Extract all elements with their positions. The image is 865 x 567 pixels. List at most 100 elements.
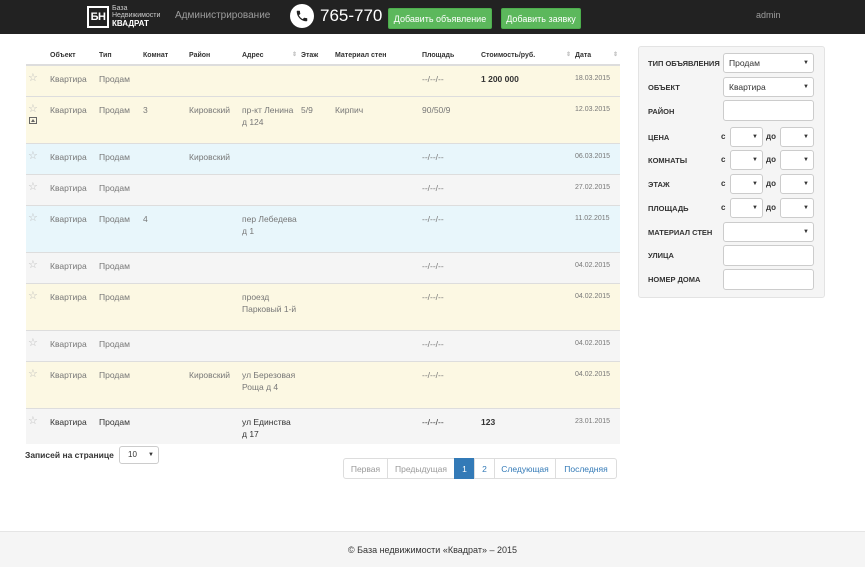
header-floor[interactable]: Этаж <box>299 46 333 66</box>
cell-material <box>333 173 420 205</box>
table-header-row: Объект Тип Комнат Район Адрес ⇕ Этаж Мате… <box>26 46 620 66</box>
sort-icon: ⇕ <box>612 52 618 58</box>
filter-rooms-to[interactable]: ▼ <box>780 150 814 170</box>
header-address[interactable]: Адрес ⇕ <box>240 46 299 66</box>
filter-price-from-label: с <box>721 132 726 141</box>
cell-price: 123 <box>479 407 573 444</box>
filter-floor-to[interactable]: ▼ <box>780 174 814 194</box>
perpage-select[interactable]: 10 ▼ <box>119 446 159 464</box>
filter-area-from[interactable]: ▼ <box>730 198 763 218</box>
filter-floor-row: ЭТАЖ <box>648 174 724 194</box>
filter-material-select[interactable]: ▼ <box>723 222 814 242</box>
header-area[interactable]: Площадь <box>420 46 479 66</box>
page-1[interactable]: 1 <box>454 458 475 479</box>
add-request-button[interactable]: Добавить заявку <box>501 8 581 29</box>
filter-type-value: Продам <box>729 58 760 68</box>
filter-district-label: РАЙОН <box>648 106 675 116</box>
table-row[interactable]: ☆ Квартира Продам --/--/-- 04.02.2015 <box>26 329 620 361</box>
table-row[interactable]: ☆ Квартира Продам --/--/-- 04.02.2015 <box>26 251 620 283</box>
star-icon[interactable]: ☆ <box>28 181 46 193</box>
sort-icon: ⇕ <box>565 52 571 58</box>
page-last[interactable]: Последняя <box>555 458 617 479</box>
star-icon[interactable]: ☆ <box>28 150 46 162</box>
page-first[interactable]: Первая <box>343 458 388 479</box>
cell-area: --/--/-- <box>420 142 479 174</box>
table-row[interactable]: ☆ Квартира Продам 4 пер Лебедева д 1 --/--/--… <box>26 204 620 252</box>
cell-floor <box>299 329 333 361</box>
table-row[interactable]: ☆ Квартира Продам --/--/-- 27.02.2015 <box>26 173 620 205</box>
cell-area: --/--/-- <box>420 64 479 96</box>
cell-material: Кирпич <box>333 95 420 143</box>
filter-floor-from-label: с <box>721 179 726 188</box>
header-type[interactable]: Тип <box>97 46 141 66</box>
star-icon[interactable]: ☆ <box>28 259 46 271</box>
cell-price <box>479 360 573 408</box>
header-district[interactable]: Район <box>187 46 240 66</box>
cell-address: ул Единства д 17 <box>240 407 299 444</box>
filter-district-input[interactable] <box>723 100 814 121</box>
cell-material <box>333 204 420 252</box>
cell-rooms <box>141 329 187 361</box>
filter-house-input[interactable] <box>723 269 814 290</box>
star-icon[interactable]: ☆ <box>28 337 46 349</box>
header-date[interactable]: Дата ⇕ <box>573 46 620 66</box>
filter-area-to[interactable]: ▼ <box>780 198 814 218</box>
table-row[interactable]: ☆ Квартира Продам проезд Парковый 1-й --/--/… <box>26 282 620 330</box>
cell-area: --/--/-- <box>420 360 479 408</box>
star-icon[interactable]: ☆ <box>28 73 46 84</box>
logo[interactable]: БН База Недвижимости КВАДРАТ <box>87 5 160 28</box>
phone-icon <box>290 4 314 28</box>
filter-object-value: Квартира <box>729 82 766 92</box>
filter-rooms-from[interactable]: ▼ <box>730 150 763 170</box>
phone-number: 765-770 <box>320 6 383 25</box>
table-row[interactable]: ☆ Квартира Продам Кировский --/--/-- 06.03.20… <box>26 142 620 174</box>
cell-area: --/--/-- <box>420 329 479 361</box>
filter-rooms-row: КОМНАТЫ <box>648 150 724 170</box>
star-icon[interactable]: ☆ <box>28 103 46 115</box>
page-2[interactable]: 2 <box>474 458 495 479</box>
header-material[interactable]: Материал стен <box>333 46 420 66</box>
cell-rooms: 3 <box>141 95 187 143</box>
cell-rooms <box>141 282 187 330</box>
table-row[interactable]: ☆ Квартира Продам 3 Кировский пр-кт Ленина д … <box>26 95 620 143</box>
filter-floor-from[interactable]: ▼ <box>730 174 763 194</box>
admin-link[interactable]: Администрирование <box>175 10 270 21</box>
chevron-down-icon: ▼ <box>803 134 809 140</box>
filter-object-select[interactable]: Квартира ▼ <box>723 77 814 97</box>
header-date-label: Дата <box>575 51 592 59</box>
table-row[interactable]: ☆ Квартира Продам Кировский ул Березовая Рощ… <box>26 360 620 408</box>
page-prev[interactable]: Предыдущая <box>387 458 455 479</box>
header-price[interactable]: Стоимость/руб. ⇕ <box>479 46 573 66</box>
cell-date: 04.02.2015 <box>573 251 620 283</box>
fav-cell: ☆ <box>26 329 48 361</box>
image-icon[interactable] <box>29 116 37 124</box>
star-icon[interactable]: ☆ <box>28 368 46 380</box>
cell-district: Кировский <box>187 360 240 408</box>
filter-price-from[interactable]: ▼ <box>730 127 763 147</box>
header-price-label: Стоимость/руб. <box>481 51 536 59</box>
page-next[interactable]: Следующая <box>494 458 556 479</box>
cell-price <box>479 282 573 330</box>
cell-district <box>187 173 240 205</box>
star-icon[interactable]: ☆ <box>28 212 46 224</box>
filter-price-to[interactable]: ▼ <box>780 127 814 147</box>
table-row[interactable]: ☆ Квартира Продам ул Единства д 17 --/--/-- 1… <box>26 407 620 444</box>
user-menu[interactable]: admin <box>756 10 781 20</box>
filter-type-select[interactable]: Продам ▼ <box>723 53 814 73</box>
star-icon[interactable]: ☆ <box>28 290 46 302</box>
header-object[interactable]: Объект <box>48 46 97 66</box>
cell-price <box>479 204 573 252</box>
cell-rooms <box>141 251 187 283</box>
filter-area-label: ПЛОЩАДЬ <box>648 203 689 213</box>
add-ad-button[interactable]: Добавить объявление <box>388 8 492 29</box>
cell-material <box>333 64 420 96</box>
fav-cell: ☆ <box>26 407 48 444</box>
cell-date: 23.01.2015 <box>573 407 620 444</box>
chevron-down-icon: ▼ <box>803 60 809 66</box>
filter-material-row: МАТЕРИАЛ СТЕН <box>648 222 724 242</box>
filter-rooms-from-label: с <box>721 155 726 164</box>
star-icon[interactable]: ☆ <box>28 415 46 427</box>
header-rooms[interactable]: Комнат <box>141 46 187 66</box>
filter-street-input[interactable] <box>723 245 814 266</box>
table-row[interactable]: ☆ Квартира Продам --/--/-- 1 200 000 18.03.20… <box>26 64 620 96</box>
